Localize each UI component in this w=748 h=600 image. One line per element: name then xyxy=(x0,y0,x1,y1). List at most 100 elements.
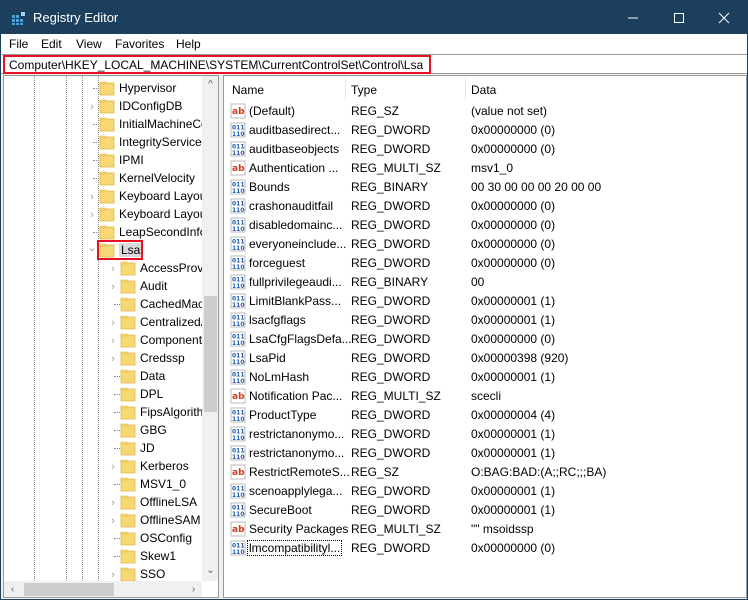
tree-item[interactable]: › Kerberos xyxy=(4,457,202,476)
value-row[interactable]: 011 110 lsacfgflags REG_DWORD 0x00000001 (1) xyxy=(224,311,746,330)
tree-item[interactable]: Skew1 xyxy=(4,547,202,566)
tree-item-label: Audit xyxy=(140,279,168,293)
chevron-right-icon[interactable]: › xyxy=(108,493,118,512)
tree-item[interactable]: FipsAlgorithmPolicy xyxy=(4,403,218,422)
svg-text:110: 110 xyxy=(232,302,245,309)
tree-item[interactable]: › Credssp xyxy=(4,349,202,368)
value-row[interactable]: 011 110 LsaPid REG_DWORD 0x00000398 (920) xyxy=(224,349,746,368)
value-row[interactable]: 011 110 LimitBlankPass... REG_DWORD 0x000000… xyxy=(224,292,746,311)
scroll-up-icon[interactable]: ^ xyxy=(202,76,218,93)
chevron-right-icon[interactable]: › xyxy=(108,457,118,476)
value-name: forceguest xyxy=(249,256,306,270)
chevron-right-icon[interactable]: › xyxy=(108,511,118,530)
value-row[interactable]: 011 110 forceguest REG_DWORD 0x00000000 (0) xyxy=(224,254,746,273)
address-path[interactable]: Computer\HKEY_LOCAL_MACHINE\SYSTEM\Curre… xyxy=(3,55,431,74)
chevron-right-icon[interactable]: › xyxy=(87,97,97,116)
tree-item[interactable]: ›AccessProviders xyxy=(4,259,218,278)
value-name: LsaCfgFlagsDefa... xyxy=(249,332,352,346)
value-row[interactable]: ab RestrictRemoteS... REG_SZ O:BAG:BAD:(A;;… xyxy=(224,463,746,482)
tree-item-label: Hypervisor xyxy=(119,81,177,95)
value-row[interactable]: 011 110 crashonauditfail REG_DWORD 0x0000000… xyxy=(224,197,746,216)
tree-item[interactable]: JD xyxy=(4,439,202,458)
column-data-header[interactable]: Data xyxy=(471,83,496,97)
tree-item[interactable]: GBG xyxy=(4,421,202,440)
close-button[interactable] xyxy=(701,1,747,34)
column-name-header[interactable]: Name xyxy=(232,83,264,97)
tree-item[interactable]: InitialMachineConfig xyxy=(4,115,218,134)
value-row[interactable]: 011 110 Bounds REG_BINARY 00 30 00 00 00 20 … xyxy=(224,178,746,197)
chevron-right-icon[interactable]: › xyxy=(108,331,118,350)
menu-file[interactable]: File xyxy=(9,37,28,51)
chevron-right-icon[interactable]: › xyxy=(108,277,118,296)
scroll-left-icon[interactable]: ‹ xyxy=(4,581,21,597)
value-row[interactable]: ab Notification Pac... REG_MULTI_SZ scecli xyxy=(224,387,746,406)
tree-scroll-thumb[interactable] xyxy=(204,296,217,412)
tree-item[interactable]: CachedMachineNames xyxy=(4,295,218,314)
chevron-right-icon[interactable]: › xyxy=(87,187,97,206)
tree-item[interactable]: › IDConfigDB xyxy=(4,97,202,116)
menu-view[interactable]: View xyxy=(76,37,102,51)
value-row[interactable]: 011 110 scenoapplylega... REG_DWORD 0x000000… xyxy=(224,482,746,501)
chevron-down-icon[interactable]: ⌄ xyxy=(87,238,97,257)
tree-item[interactable]: IPMI xyxy=(4,151,202,170)
value-row[interactable]: ab Security Packages REG_MULTI_SZ "" msoids… xyxy=(224,520,746,539)
minimize-button[interactable] xyxy=(610,1,656,34)
value-row[interactable]: ab Authentication ... REG_MULTI_SZ msv1_0 xyxy=(224,159,746,178)
value-name: restrictanonymo... xyxy=(249,446,345,460)
title-bar[interactable]: Registry Editor xyxy=(1,1,747,34)
column-separator[interactable] xyxy=(345,78,346,100)
binary-value-icon: 011110 xyxy=(230,312,246,328)
tree-item[interactable]: ›CentralizedAccessPolicies xyxy=(4,313,218,332)
value-row[interactable]: 011 110 SecureBoot REG_DWORD 0x00000001 (1) xyxy=(224,501,746,520)
tree-item[interactable]: KernelVelocity xyxy=(4,169,202,188)
column-separator[interactable] xyxy=(465,78,466,100)
menu-edit[interactable]: Edit xyxy=(41,37,62,51)
tree-item[interactable]: ›ComponentUpdates xyxy=(4,331,218,350)
scroll-down-icon[interactable]: ⌄ xyxy=(202,562,218,579)
tree-item[interactable]: MSV1_0 xyxy=(4,475,202,494)
tree-item[interactable]: OSConfig xyxy=(4,529,202,548)
menu-favorites[interactable]: Favorites xyxy=(115,37,164,51)
window-title: Registry Editor xyxy=(33,10,119,25)
value-row[interactable]: 011 110 disabledomainc... REG_DWORD 0x000000… xyxy=(224,216,746,235)
value-row[interactable]: 011 110 restrictanonymo... REG_DWORD 0x00000… xyxy=(224,444,746,463)
scroll-right-icon[interactable]: › xyxy=(185,581,202,597)
tree-item[interactable]: › OfflineSAM xyxy=(4,511,202,530)
value-row[interactable]: 011 110 fullprivilegeaudi... REG_BINARY 00 xyxy=(224,273,746,292)
tree-horizontal-scrollbar[interactable]: ‹ › xyxy=(4,581,202,597)
value-row[interactable]: 011 110 lmcompatibilityl... REG_DWORD 0x0000… xyxy=(224,539,746,558)
folder-icon xyxy=(99,153,115,168)
chevron-right-icon[interactable]: › xyxy=(108,259,118,278)
menu-help[interactable]: Help xyxy=(176,37,201,51)
maximize-button[interactable] xyxy=(656,1,702,34)
chevron-right-icon[interactable]: › xyxy=(108,313,118,332)
tree-hscroll-thumb[interactable] xyxy=(24,583,114,596)
folder-icon xyxy=(120,459,136,474)
tree-vertical-scrollbar[interactable]: ^ ⌄ xyxy=(202,76,218,581)
svg-text:ab: ab xyxy=(232,392,245,402)
value-type: REG_DWORD xyxy=(351,427,431,441)
value-row[interactable]: 011 110 everyoneinclude... REG_DWORD 0x00000… xyxy=(224,235,746,254)
tree-item[interactable]: › OfflineLSA xyxy=(4,493,202,512)
chevron-right-icon[interactable]: › xyxy=(108,349,118,368)
value-row[interactable]: 011 110 LsaCfgFlagsDefa... REG_DWORD 0x00000… xyxy=(224,330,746,349)
binary-value-icon: 011110 xyxy=(230,426,246,442)
tree-item[interactable]: › Keyboard Layout xyxy=(4,187,210,206)
tree-item[interactable]: IntegrityServices xyxy=(4,133,208,152)
value-row[interactable]: 011 110 restrictanonymo... REG_DWORD 0x00000… xyxy=(224,425,746,444)
tree-item[interactable]: Hypervisor xyxy=(4,79,202,98)
tree-item[interactable]: › Audit xyxy=(4,277,202,296)
tree-item[interactable]: Data xyxy=(4,367,202,386)
value-data: 0x00000004 (4) xyxy=(471,408,556,422)
column-type-header[interactable]: Type xyxy=(351,83,377,97)
address-bar[interactable]: Computer\HKEY_LOCAL_MACHINE\SYSTEM\Curre… xyxy=(1,54,747,74)
value-row[interactable]: ab (Default) REG_SZ (value not set) xyxy=(224,102,746,121)
registry-editor-icon xyxy=(12,12,25,25)
value-row[interactable]: 011 110 auditbaseobjects REG_DWORD 0x0000000… xyxy=(224,140,746,159)
value-row[interactable]: 011 110 auditbasedirect... REG_DWORD 0x00000… xyxy=(224,121,746,140)
chevron-right-icon[interactable]: › xyxy=(87,205,97,224)
tree-item[interactable]: DPL xyxy=(4,385,202,404)
value-row[interactable]: 011 110 NoLmHash REG_DWORD 0x00000001 (1) xyxy=(224,368,746,387)
value-row[interactable]: 011 110 ProductType REG_DWORD 0x00000004 (4) xyxy=(224,406,746,425)
tree-item[interactable]: › Keyboard Layouts xyxy=(4,205,216,224)
